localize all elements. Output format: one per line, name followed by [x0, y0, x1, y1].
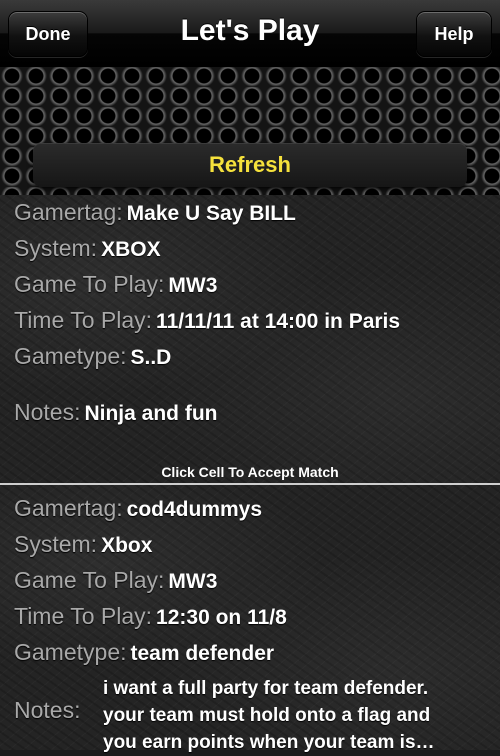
accept-match-hint: Click Cell To Accept Match: [161, 464, 339, 480]
match-cell[interactable]: Gamertag: Make U Say BILL System: XBOX Gam…: [0, 195, 500, 485]
gamertag-label: Gamertag:: [14, 199, 123, 225]
help-button[interactable]: Help: [416, 11, 492, 57]
system-row: System: XBOX: [14, 235, 161, 262]
notes-line: i want a full party for team defender.: [103, 678, 429, 699]
time-label: Time To Play:: [14, 307, 153, 333]
system-label: System:: [14, 235, 98, 261]
game-row: Game To Play: MW3: [14, 271, 217, 298]
time-row: Time To Play: 12:30 on 11/8: [14, 603, 287, 630]
game-value: MW3: [168, 274, 218, 297]
gamertag-value: cod4dummys: [126, 498, 263, 521]
system-value: XBOX: [101, 238, 161, 261]
gamertag-label: Gamertag:: [14, 495, 123, 521]
system-row: System: Xbox: [14, 531, 152, 558]
gametype-row: Gametype: S..D: [14, 343, 171, 370]
notes-row: Notes: Ninja and fun: [14, 399, 217, 426]
navigation-bar: Done Let's Play Help: [0, 0, 500, 67]
time-value: 11/11/11 at 14:00 in Paris: [156, 310, 401, 333]
notes-value: i want a full party for team defender. y…: [103, 675, 495, 756]
gamertag-row: Gamertag: cod4dummys: [14, 495, 262, 522]
gametype-row: Gametype: team defender: [14, 639, 274, 666]
game-label: Game To Play:: [14, 271, 165, 297]
gametype-label: Gametype:: [14, 343, 127, 369]
notes-line: your team must hold onto a flag and: [103, 705, 431, 726]
gametype-value: S..D: [130, 346, 172, 369]
match-cell[interactable]: Gamertag: cod4dummys System: Xbox Game To …: [0, 485, 500, 753]
gametype-label: Gametype:: [14, 639, 127, 665]
notes-label: Notes:: [14, 697, 81, 723]
gamertag-value: Make U Say BILL: [126, 202, 296, 225]
time-row: Time To Play: 11/11/11 at 14:00 in Paris: [14, 307, 400, 334]
notes-value: Ninja and fun: [84, 402, 218, 425]
refresh-button[interactable]: Refresh: [33, 143, 467, 187]
time-value: 12:30 on 11/8: [156, 606, 287, 629]
system-value: Xbox: [101, 534, 153, 557]
gametype-value: team defender: [130, 642, 275, 665]
game-row: Game To Play: MW3: [14, 567, 217, 594]
game-label: Game To Play:: [14, 567, 165, 593]
time-label: Time To Play:: [14, 603, 153, 629]
notes-line: you earn points when your team is…: [103, 732, 435, 753]
notes-label: Notes:: [14, 399, 81, 425]
system-label: System:: [14, 531, 98, 557]
gamertag-row: Gamertag: Make U Say BILL: [14, 199, 296, 226]
game-value: MW3: [168, 570, 218, 593]
